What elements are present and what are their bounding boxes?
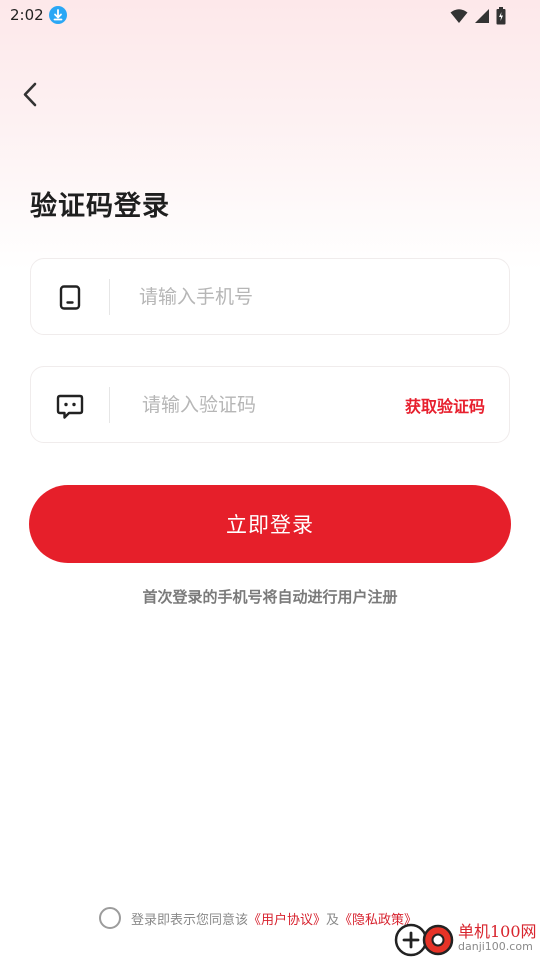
watermark-logo-icon: [394, 923, 454, 957]
download-icon: [49, 6, 67, 24]
field-divider: [109, 279, 110, 315]
wifi-icon: [450, 9, 468, 23]
agreement-prefix: 登录即表示您同意该: [131, 912, 249, 928]
status-icons: [450, 7, 506, 25]
back-button[interactable]: [16, 78, 46, 112]
phone-field[interactable]: [30, 258, 510, 335]
status-bar: 2:02: [0, 0, 540, 32]
user-agreement-link[interactable]: 《用户协议》: [248, 909, 326, 928]
watermark-title: 单机100网: [458, 922, 537, 941]
verification-code-input[interactable]: [142, 385, 392, 425]
agreement-checkbox[interactable]: [99, 907, 121, 929]
watermark-domain: danji100.com: [458, 940, 533, 953]
battery-icon: [496, 7, 506, 25]
message-icon: [55, 391, 85, 421]
cellular-signal-icon: [475, 9, 489, 23]
phone-icon: [55, 283, 85, 313]
code-field[interactable]: 获取验证码: [30, 366, 510, 443]
agreement-conjunction: 及: [326, 912, 340, 928]
watermark: 单机100网 danji100.com: [392, 916, 540, 960]
login-button[interactable]: 立即登录: [29, 485, 511, 563]
field-divider: [109, 387, 110, 423]
auto-register-hint: 首次登录的手机号将自动进行用户注册: [142, 588, 398, 606]
agreement-row: 登录即表示您同意该 《用户协议》 及 《隐私政策》: [99, 905, 417, 931]
get-code-button[interactable]: 获取验证码: [405, 393, 485, 417]
page-title: 验证码登录: [30, 191, 170, 222]
chevron-left-icon: [23, 82, 37, 107]
phone-input[interactable]: [139, 277, 389, 317]
status-time: 2:02: [10, 6, 44, 24]
